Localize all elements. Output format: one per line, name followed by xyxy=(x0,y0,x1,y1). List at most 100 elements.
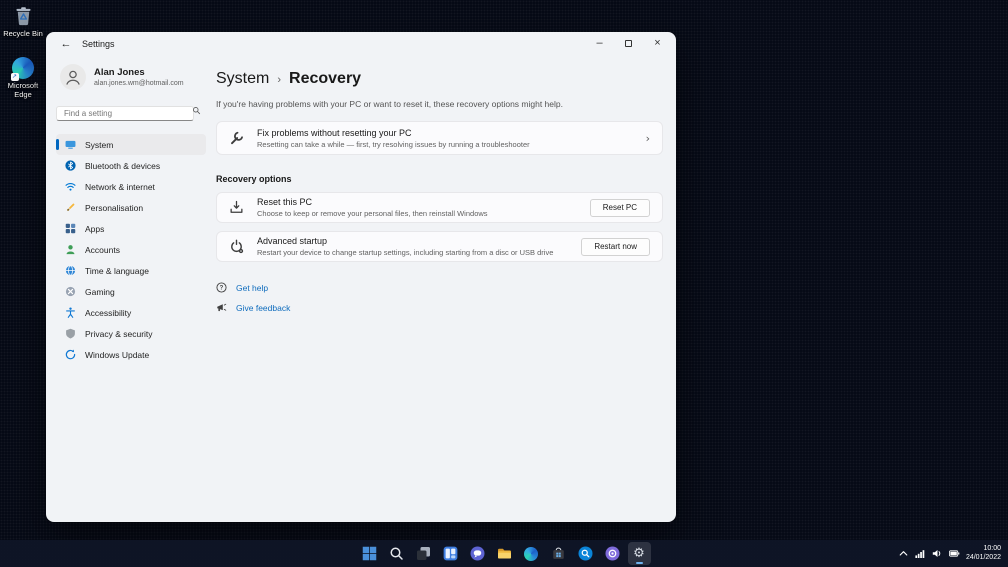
volume-icon[interactable] xyxy=(932,548,943,559)
breadcrumb: System › Recovery xyxy=(216,70,663,88)
task-view-icon xyxy=(416,546,431,561)
accessibility-icon xyxy=(65,307,76,318)
chevron-right-icon: › xyxy=(646,132,650,145)
sidebar-item-label: Personalisation xyxy=(85,203,143,213)
taskbar-search-button[interactable] xyxy=(385,542,408,565)
search-input[interactable] xyxy=(56,106,194,121)
chat-icon xyxy=(470,546,485,561)
globe-clock-icon xyxy=(65,265,76,276)
close-button[interactable]: × xyxy=(643,32,672,54)
sidebar-item-label: Bluetooth & devices xyxy=(85,161,160,171)
widgets-icon xyxy=(443,546,458,561)
apps-grid-icon xyxy=(65,223,76,234)
sidebar-item-privacy-security[interactable]: Privacy & security xyxy=(56,323,206,344)
recovery-page: System › Recovery If you're having probl… xyxy=(216,70,663,313)
sidebar-item-personalisation[interactable]: Personalisation xyxy=(56,197,206,218)
desktop-icon-label: Recycle Bin xyxy=(0,30,46,39)
tray-chevron-up-icon[interactable] xyxy=(898,548,909,559)
paintbrush-icon xyxy=(65,202,76,213)
power-gear-icon xyxy=(229,239,244,254)
feedback-icon xyxy=(216,302,227,313)
sidebar-item-label: Accounts xyxy=(85,245,120,255)
restart-now-button[interactable]: Restart now xyxy=(581,238,650,256)
page-description: If you're having problems with your PC o… xyxy=(216,99,663,109)
sidebar-item-accounts[interactable]: Accounts xyxy=(56,239,206,260)
wifi-icon xyxy=(65,181,76,192)
taskbar: ⚙ 10:00 24/01/2 xyxy=(0,540,1008,567)
reset-pc-icon xyxy=(229,200,244,215)
bluetooth-icon xyxy=(65,160,76,171)
settings-sidebar: Alan Jones alan.jones.wm@hotmail.com xyxy=(56,64,206,365)
sidebar-item-accessibility[interactable]: Accessibility xyxy=(56,302,206,323)
page-title: Recovery xyxy=(289,70,361,88)
store-bag-icon xyxy=(551,546,566,561)
advanced-startup-title: Advanced startup xyxy=(257,236,553,246)
troubleshooter-subtitle: Resetting can take a while — first, try … xyxy=(257,140,530,149)
sidebar-item-bluetooth-devices[interactable]: Bluetooth & devices xyxy=(56,155,206,176)
avatar xyxy=(60,64,86,90)
sidebar-item-label: Time & language xyxy=(85,266,149,276)
chat-button[interactable] xyxy=(466,542,489,565)
sidebar-item-label: Apps xyxy=(85,224,104,234)
shield-icon xyxy=(65,328,76,339)
help-circle-icon: ? xyxy=(216,282,227,293)
reset-pc-subtitle: Choose to keep or remove your personal f… xyxy=(257,209,488,218)
settings-window: ← Settings – × xyxy=(46,32,676,522)
system-icon xyxy=(65,139,76,150)
desktop-icon-recycle-bin[interactable]: Recycle Bin xyxy=(0,5,46,39)
microsoft-store-button[interactable] xyxy=(547,542,570,565)
back-button[interactable]: ← xyxy=(58,36,74,52)
sidebar-item-label: Accessibility xyxy=(85,308,131,318)
give-feedback-label: Give feedback xyxy=(236,303,290,313)
update-arrows-icon xyxy=(65,349,76,360)
search-icon xyxy=(389,546,404,561)
purple-app-button[interactable] xyxy=(601,542,624,565)
sidebar-item-gaming[interactable]: Gaming xyxy=(56,281,206,302)
maximize-icon xyxy=(625,40,632,47)
search-app-button[interactable] xyxy=(574,542,597,565)
minimize-icon: – xyxy=(596,37,602,49)
sidebar-item-apps[interactable]: Apps xyxy=(56,218,206,239)
sidebar-item-network-internet[interactable]: Network & internet xyxy=(56,176,206,197)
reset-pc-button[interactable]: Reset PC xyxy=(590,199,650,217)
taskbar-clock[interactable]: 10:00 24/01/2022 xyxy=(966,545,1003,562)
breadcrumb-system[interactable]: System xyxy=(216,70,269,88)
clock-time: 10:00 xyxy=(966,545,1001,554)
desktop-icon-microsoft-edge[interactable]: ↗ Microsoft Edge xyxy=(0,57,46,99)
settings-search xyxy=(56,103,206,121)
minimize-button[interactable]: – xyxy=(585,32,614,54)
sidebar-item-label: System xyxy=(85,140,113,150)
account-profile[interactable]: Alan Jones alan.jones.wm@hotmail.com xyxy=(56,64,206,90)
edge-browser-button[interactable] xyxy=(520,542,543,565)
get-help-link[interactable]: ? Get help xyxy=(216,282,268,293)
start-button[interactable] xyxy=(358,542,381,565)
sidebar-item-label: Network & internet xyxy=(85,182,155,192)
xbox-icon xyxy=(65,286,76,297)
settings-app-button[interactable]: ⚙ xyxy=(628,542,651,565)
recycle-bin-icon xyxy=(12,5,35,28)
give-feedback-link[interactable]: Give feedback xyxy=(216,302,290,313)
widgets-button[interactable] xyxy=(439,542,462,565)
screen: Recycle Bin ↗ Microsoft Edge ← Settings … xyxy=(0,0,1008,567)
section-title: Recovery options xyxy=(216,174,663,184)
purple-app-icon xyxy=(605,546,620,561)
maximize-button[interactable] xyxy=(614,32,643,54)
titlebar[interactable]: ← Settings – × xyxy=(46,32,676,56)
profile-email: alan.jones.wm@hotmail.com xyxy=(94,80,184,87)
search-app-icon xyxy=(578,546,593,561)
troubleshooter-title: Fix problems without resetting your PC xyxy=(257,128,530,138)
clock-date: 24/01/2022 xyxy=(966,554,1001,563)
wrench-icon xyxy=(229,131,244,146)
network-signal-icon[interactable] xyxy=(915,548,926,559)
edge-icon xyxy=(524,547,538,561)
sidebar-item-system[interactable]: System xyxy=(56,134,206,155)
sidebar-item-windows-update[interactable]: Windows Update xyxy=(56,344,206,365)
gear-icon: ⚙ xyxy=(633,547,645,560)
troubleshooter-card[interactable]: Fix problems without resetting your PC R… xyxy=(216,121,663,155)
sidebar-item-time-language[interactable]: Time & language xyxy=(56,260,206,281)
file-explorer-button[interactable] xyxy=(493,542,516,565)
svg-text:?: ? xyxy=(220,286,224,292)
battery-icon[interactable] xyxy=(949,548,960,559)
task-view-button[interactable] xyxy=(412,542,435,565)
shortcut-arrow-icon: ↗ xyxy=(11,73,19,81)
